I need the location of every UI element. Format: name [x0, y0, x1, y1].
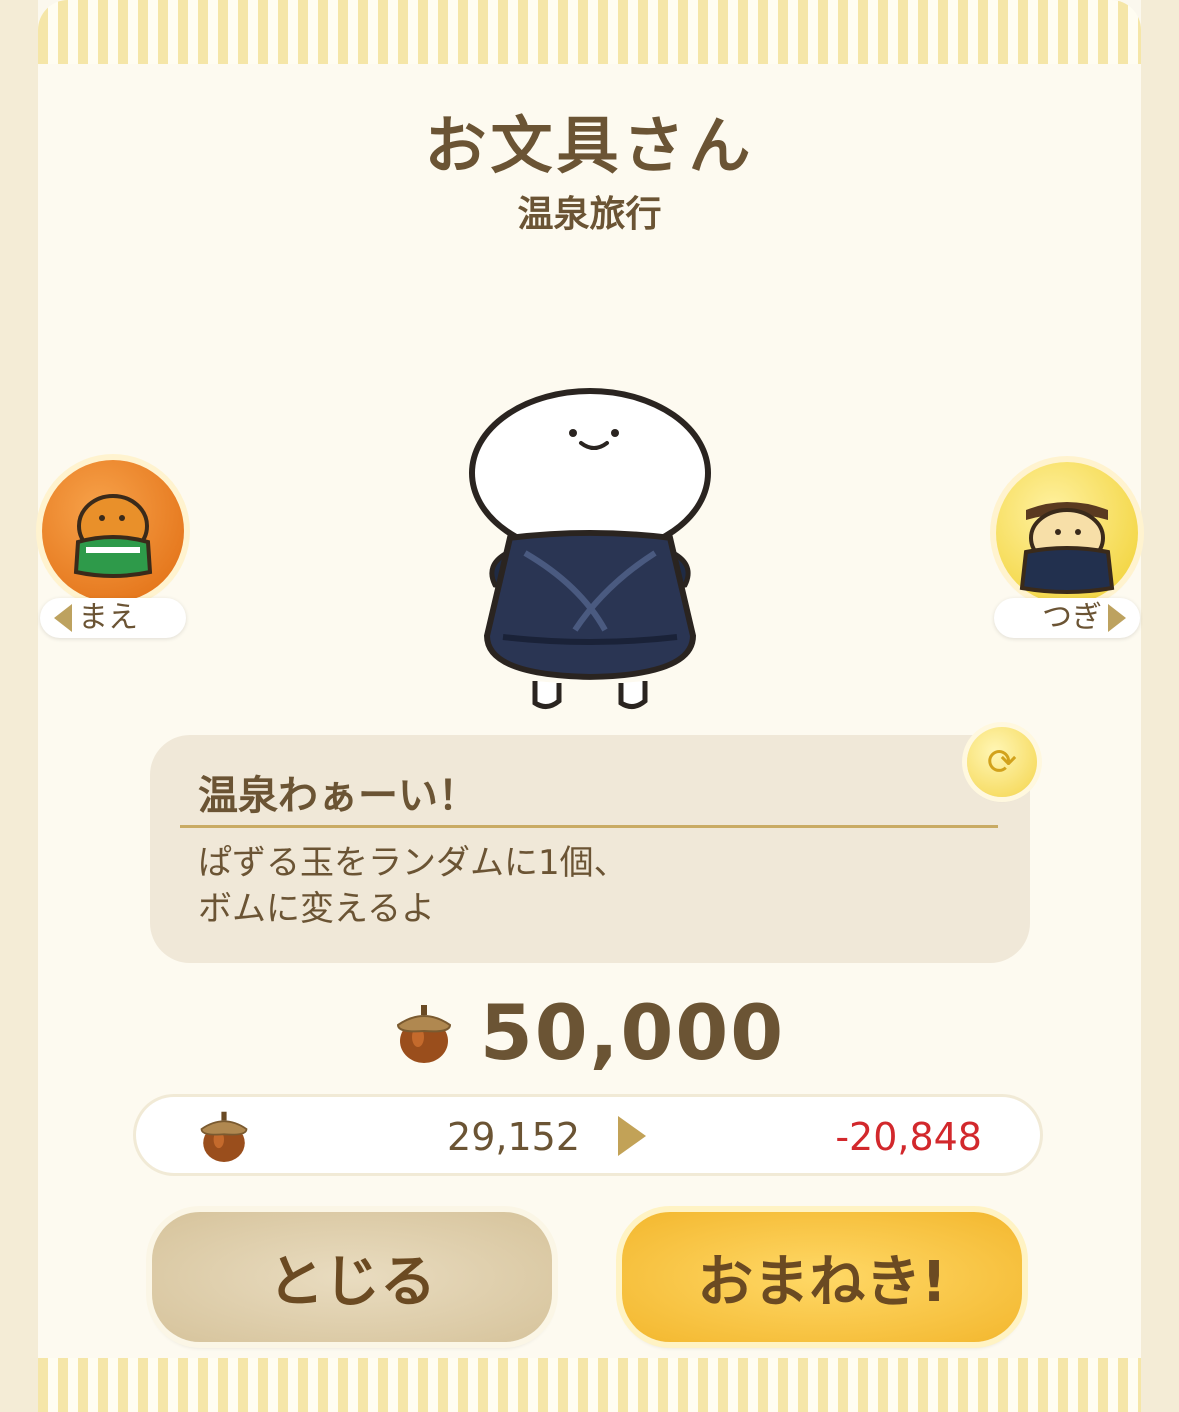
skill-divider	[180, 825, 998, 828]
invite-button[interactable]: おまねき!	[622, 1212, 1022, 1342]
prev-character-button[interactable]	[42, 460, 184, 602]
refresh-skill-button[interactable]: ⟳	[967, 727, 1037, 797]
next-character-icon	[1019, 502, 1115, 594]
arrow-left-icon	[54, 604, 72, 632]
current-balance: 29,152	[447, 1115, 580, 1159]
price-amount: 50,000	[479, 988, 786, 1077]
next-character-button[interactable]	[996, 462, 1138, 604]
skill-description-line2: ボムに変えるよ	[198, 889, 435, 929]
character-name: お文具さん	[424, 109, 755, 182]
next-nav-label[interactable]: つぎ	[994, 598, 1140, 638]
prev-label: まえ	[78, 600, 138, 635]
skill-name: 温泉わぁーい！	[198, 773, 478, 819]
close-button[interactable]: とじる	[152, 1212, 552, 1342]
skill-description-line1: ぱずる玉をランダムに1個、	[198, 843, 628, 883]
arrow-right-icon	[618, 1116, 646, 1156]
prev-character-icon	[73, 494, 153, 578]
price-row: 50,000	[0, 988, 1179, 1077]
skill-description: ぱずる玉をランダムに1個、 ボムに変えるよ	[198, 840, 998, 932]
character-costume: 温泉旅行	[517, 194, 662, 235]
balance-acorn-icon	[200, 1111, 248, 1162]
character-illustration	[469, 388, 711, 709]
balance-after: -20,848	[835, 1115, 982, 1159]
refresh-icon: ⟳	[986, 741, 1018, 783]
acorn-icon	[396, 1004, 451, 1063]
arrow-right-icon	[1108, 604, 1126, 632]
prev-nav-label[interactable]: まえ	[40, 598, 186, 638]
next-label: つぎ	[1042, 600, 1102, 635]
